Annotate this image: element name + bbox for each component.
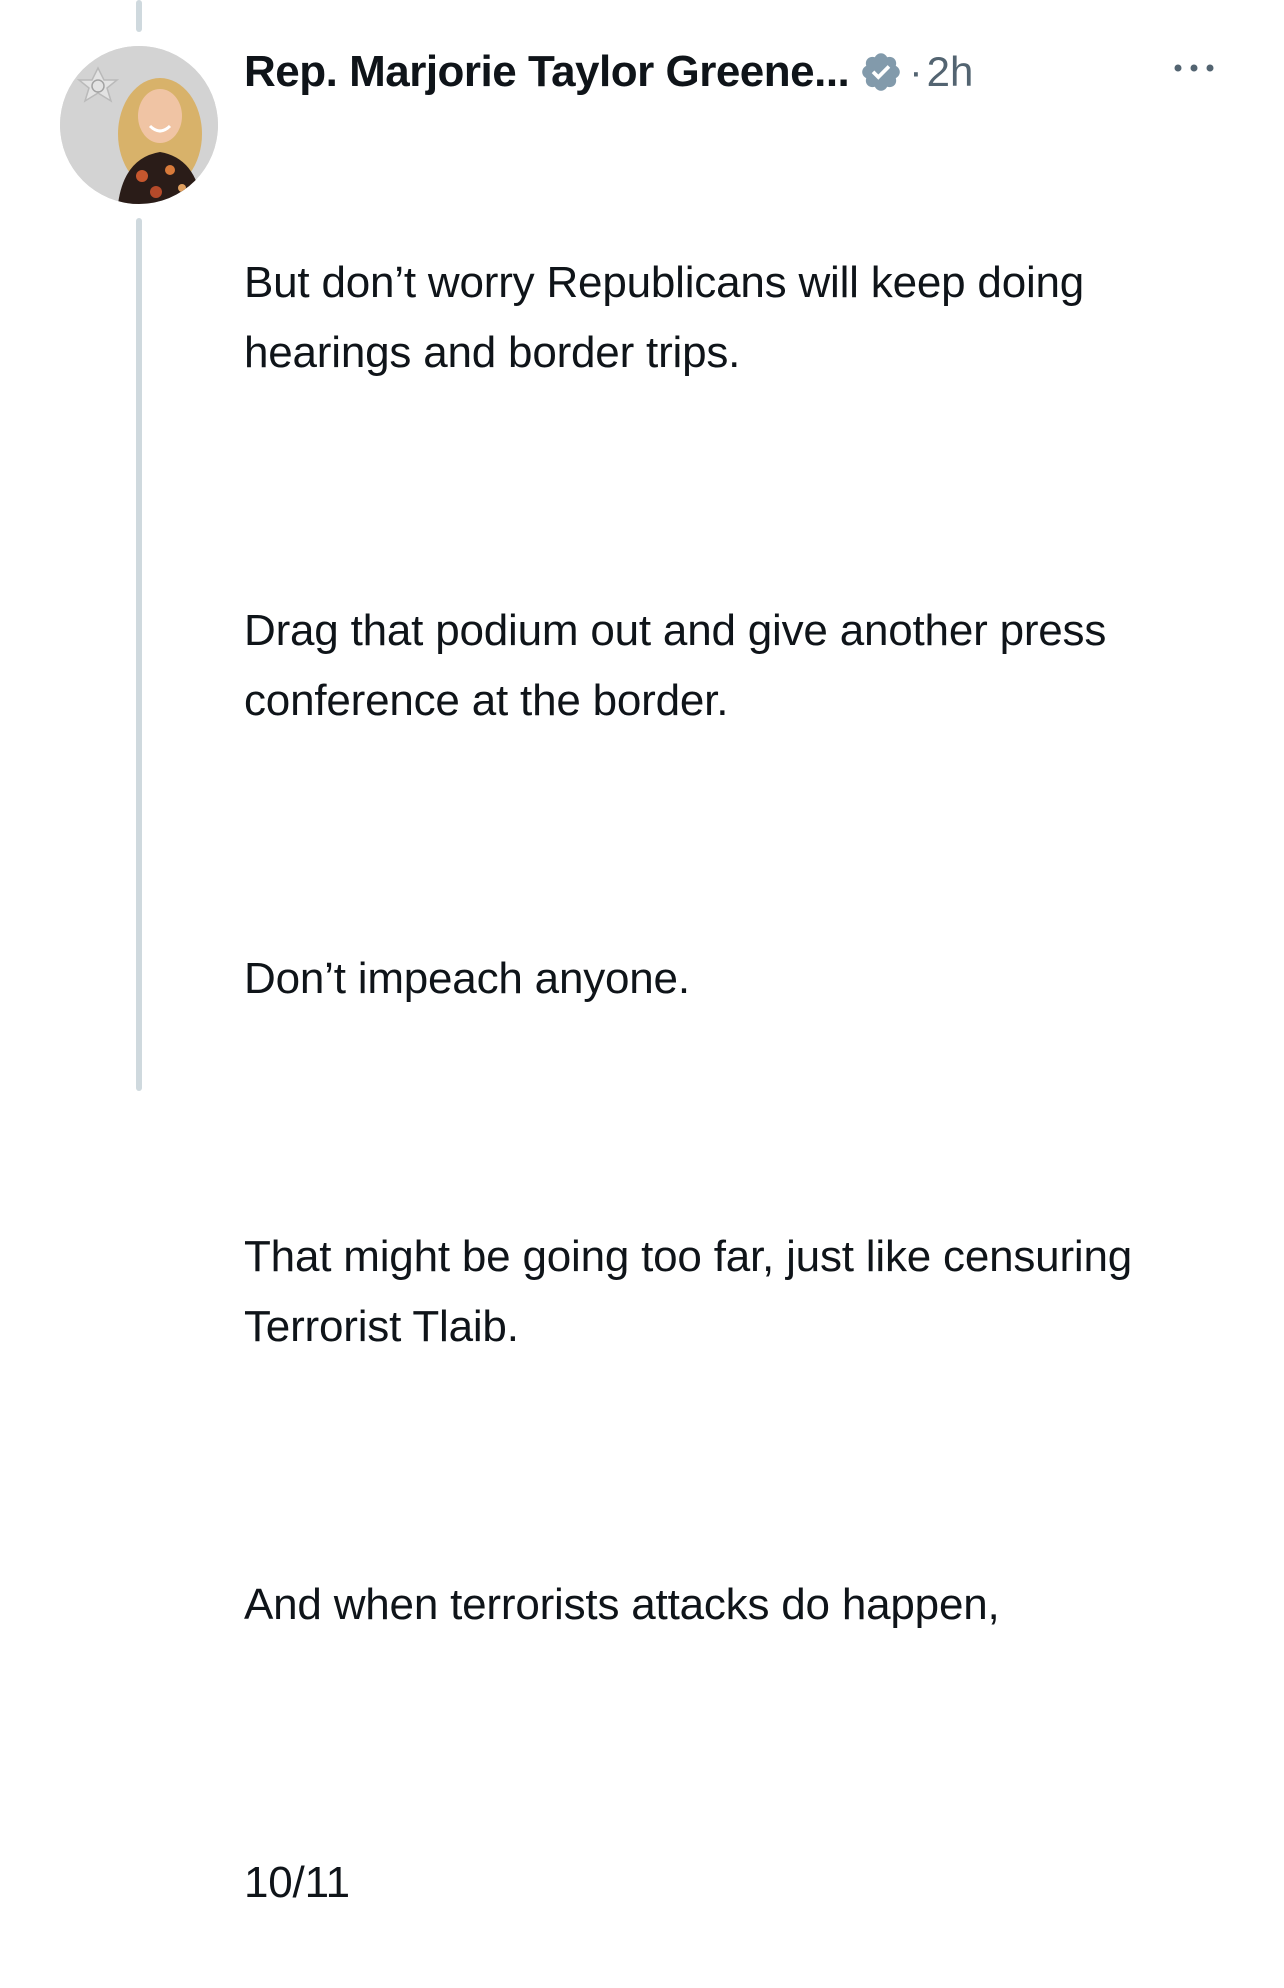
thread-connector-top [136,0,142,32]
tweet-paragraph: That might be going too far, just like c… [244,1232,1144,1351]
thread-connector-bottom [136,218,142,1091]
tweet-paragraph: And when terrorists attacks do happen, [244,1580,1000,1629]
tweet-paragraph: But don’t worry Republicans will keep do… [244,258,1097,377]
author-name[interactable]: Rep. Marjorie Taylor Greene... [244,47,850,97]
more-options-icon[interactable] [1168,56,1220,80]
tweet-paragraph: Drag that podium out and give another pr… [244,606,1119,725]
timestamp[interactable]: 2h [927,48,974,96]
avatar[interactable] [60,46,218,204]
separator-dot: · [909,49,923,94]
tweet-header: Rep. Marjorie Taylor Greene... · 2h [244,42,973,102]
thread-counter: 10/11 [244,1858,350,1907]
tweet-paragraph: Don’t impeach anyone. [244,954,690,1003]
tweet-text: But don’t worry Republicans will keep do… [244,108,1254,1988]
verified-badge-icon[interactable] [859,50,903,94]
